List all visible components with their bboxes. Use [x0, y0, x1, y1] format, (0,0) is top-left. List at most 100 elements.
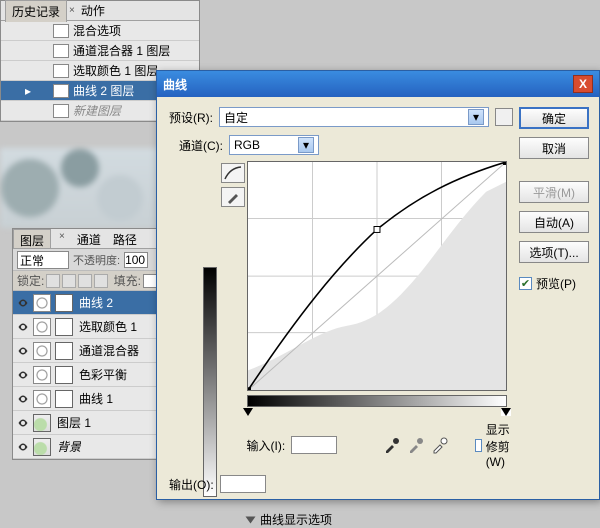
tab-actions[interactable]: 动作 [75, 0, 111, 21]
input-field[interactable] [291, 436, 337, 454]
channel-select[interactable]: RGB ▾ [229, 135, 319, 155]
curve-graph[interactable] [247, 161, 507, 391]
layer-mask-thumb[interactable] [55, 342, 73, 360]
history-panel-tabs: 历史记录 × 动作 [1, 1, 199, 21]
gray-eyedropper-icon[interactable] [407, 436, 425, 454]
layer-name: 背景 [57, 438, 81, 455]
tab-paths[interactable]: 路径 [107, 229, 143, 248]
output-gradient [203, 267, 217, 497]
visibility-icon[interactable] [15, 295, 31, 311]
lock-row: 锁定: 填充: [13, 271, 171, 291]
layers-panel: 图层 × 通道 路径 正常 不透明度: 100 锁定: 填充: 曲线 2 选取颜… [12, 228, 172, 460]
white-point-slider[interactable] [501, 408, 511, 416]
layer-thumb[interactable] [33, 438, 51, 456]
channel-mixer-icon [33, 342, 51, 360]
black-eyedropper-icon[interactable] [383, 436, 401, 454]
layer-name: 图层 1 [57, 414, 91, 431]
channel-label: 通道(C): [179, 137, 223, 154]
layer-row[interactable]: 图层 1 [13, 411, 171, 435]
layer-mask-thumb[interactable] [55, 294, 73, 312]
layer-row[interactable]: 选取颜色 1 [13, 315, 171, 339]
blend-mode-select[interactable]: 正常 [17, 251, 69, 269]
lock-pixels-icon[interactable] [62, 274, 76, 288]
curves-dialog: 曲线 X 确定 取消 平滑(M) 自动(A) 选项(T)... ✔ 预览(P) … [156, 70, 600, 500]
curve-point-tool[interactable] [221, 163, 245, 183]
layer-name: 色彩平衡 [79, 366, 127, 383]
input-gradient [247, 395, 507, 407]
visibility-icon[interactable] [15, 319, 31, 335]
layer-name: 选取颜色 1 [79, 318, 137, 335]
layer-row[interactable]: 背景 [13, 435, 171, 459]
history-item-label: 选取颜色 1 图层 [73, 62, 158, 79]
preset-value: 自定 [224, 109, 248, 126]
visibility-icon[interactable] [15, 415, 31, 431]
disclosure-label: 曲线显示选项 [260, 511, 332, 528]
lock-all-icon[interactable] [94, 274, 108, 288]
layer-row[interactable]: 曲线 2 [13, 291, 171, 315]
canvas-preview [0, 148, 170, 228]
opacity-label: 不透明度: [73, 252, 120, 268]
curves-icon [33, 390, 51, 408]
tab-layers[interactable]: 图层 [13, 229, 51, 248]
color-balance-icon [33, 366, 51, 384]
white-eyedropper-icon[interactable] [431, 436, 449, 454]
layer-row[interactable]: 通道混合器 [13, 339, 171, 363]
visibility-icon[interactable] [15, 391, 31, 407]
doc-icon [53, 104, 69, 118]
layer-name: 通道混合器 [79, 342, 139, 359]
layer-thumb[interactable] [33, 414, 51, 432]
history-item-label: 曲线 2 图层 [73, 82, 134, 99]
output-label: 输出(O): [169, 476, 214, 493]
history-item-label: 混合选项 [73, 22, 121, 39]
layer-mask-thumb[interactable] [55, 390, 73, 408]
chevron-down-icon: ▾ [298, 137, 314, 153]
show-clipping-label: 显示修剪(W) [486, 421, 513, 469]
dialog-title: 曲线 [163, 76, 187, 93]
preset-select[interactable]: 自定 ▾ [219, 107, 489, 127]
chevron-right-icon [246, 516, 256, 523]
preset-menu-button[interactable] [495, 108, 513, 126]
visibility-icon[interactable] [15, 343, 31, 359]
history-item[interactable]: 通道混合器 1 图层 [1, 41, 199, 61]
doc-icon [53, 24, 69, 38]
layer-name: 曲线 1 [79, 390, 113, 407]
history-current-icon: ▸ [23, 84, 33, 98]
doc-icon [53, 84, 69, 98]
layer-list: 曲线 2 选取颜色 1 通道混合器 色彩平衡 曲线 1 [13, 291, 171, 459]
visibility-icon[interactable] [15, 367, 31, 383]
fill-label: 填充: [114, 272, 141, 289]
layer-mask-thumb[interactable] [55, 318, 73, 336]
tab-channels[interactable]: 通道 [71, 229, 107, 248]
lock-label: 锁定: [17, 272, 44, 289]
lock-transparency-icon[interactable] [46, 274, 60, 288]
channel-value: RGB [234, 138, 260, 152]
preset-label: 预设(R): [169, 109, 213, 126]
checkbox-icon [475, 439, 481, 452]
input-label: 输入(I): [247, 437, 286, 454]
history-item-label: 通道混合器 1 图层 [73, 42, 170, 59]
history-item-label: 新建图层 [73, 102, 121, 119]
layer-name: 曲线 2 [79, 294, 113, 311]
close-button[interactable]: X [573, 75, 593, 93]
curve-tools [221, 161, 247, 469]
visibility-icon[interactable] [15, 439, 31, 455]
curves-icon [33, 294, 51, 312]
curve-pencil-tool[interactable] [221, 187, 245, 207]
output-field[interactable] [220, 475, 266, 493]
doc-icon [53, 44, 69, 58]
opacity-field[interactable]: 100 [124, 252, 148, 268]
black-point-slider[interactable] [243, 408, 253, 416]
show-clipping-checkbox[interactable]: 显示修剪(W) [475, 421, 513, 469]
curve-display-options[interactable]: 曲线显示选项 [247, 511, 332, 528]
selective-color-icon [33, 318, 51, 336]
history-item[interactable]: 混合选项 [1, 21, 199, 41]
layer-row[interactable]: 色彩平衡 [13, 363, 171, 387]
doc-icon [53, 64, 69, 78]
layer-mask-thumb[interactable] [55, 366, 73, 384]
layers-panel-tabs: 图层 × 通道 路径 [13, 229, 171, 249]
dialog-titlebar[interactable]: 曲线 X [157, 71, 599, 97]
tab-history[interactable]: 历史记录 [5, 0, 67, 22]
close-icon[interactable]: × [53, 229, 71, 248]
lock-position-icon[interactable] [78, 274, 92, 288]
layer-row[interactable]: 曲线 1 [13, 387, 171, 411]
